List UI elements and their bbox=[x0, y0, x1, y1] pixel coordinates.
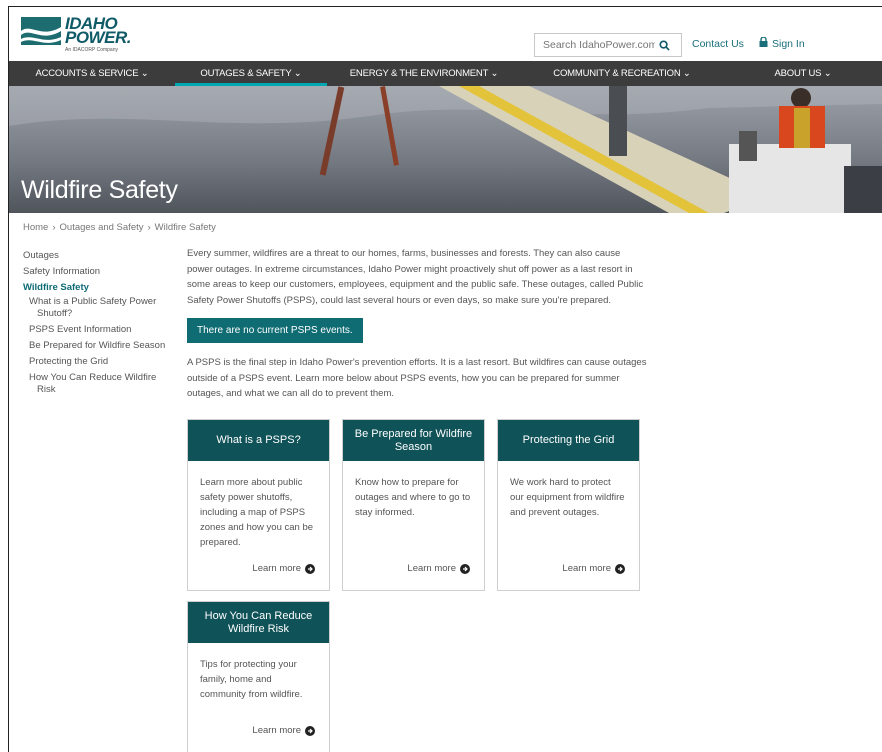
sidebar-subitem-protecting-grid[interactable]: Protecting the Grid bbox=[23, 356, 173, 368]
page-frame: IDAHO POWER. An IDACORP Company Contact … bbox=[8, 6, 882, 752]
nav-energy-environment[interactable]: ENERGY & THE ENVIRONMENT ⌄ bbox=[327, 61, 521, 86]
sidebar-subitem-label: How You Can Reduce Wildfire bbox=[29, 372, 157, 383]
sidebar-subitem-label: Risk bbox=[37, 384, 56, 395]
card-body: Tips for protecting your family, home an… bbox=[200, 659, 303, 700]
sign-in-label: Sign In bbox=[772, 37, 805, 50]
page-title: Wildfire Safety bbox=[21, 176, 178, 204]
sign-in-link[interactable]: Sign In bbox=[759, 36, 805, 50]
contact-us-link[interactable]: Contact Us bbox=[692, 38, 744, 50]
nav-accounts-service[interactable]: ACCOUNTS & SERVICE ⌄ bbox=[9, 61, 175, 86]
learn-more-label: Learn more bbox=[562, 563, 611, 574]
card-reduce-wildfire-risk[interactable]: How You Can Reduce Wildfire Risk Tips fo… bbox=[187, 601, 330, 752]
breadcrumb-outages-safety[interactable]: Outages and Safety bbox=[60, 222, 144, 233]
sidebar-subitem-label: Protecting the Grid bbox=[29, 356, 109, 367]
sidebar-subitem-label: PSPS Event Information bbox=[29, 324, 132, 335]
card-title: How You Can Reduce Wildfire Risk bbox=[188, 602, 329, 643]
lock-icon bbox=[759, 36, 768, 50]
hero-banner: Wildfire Safety bbox=[9, 86, 882, 213]
main-nav: ACCOUNTS & SERVICE ⌄ OUTAGES & SAFETY ⌄ … bbox=[9, 61, 882, 86]
search-box bbox=[534, 33, 682, 57]
sidebar-item-safety-information[interactable]: Safety Information bbox=[23, 264, 173, 280]
idaho-power-logo[interactable]: IDAHO POWER. An IDACORP Company bbox=[21, 15, 133, 55]
logo-mark-icon bbox=[21, 17, 61, 45]
sidebar-subitem-what-is-psps[interactable]: What is a Public Safety Power Shutoff? bbox=[23, 296, 173, 320]
sidebar-subitem-be-prepared[interactable]: Be Prepared for Wildfire Season bbox=[23, 340, 173, 352]
sidebar-subitem-label: Shutoff? bbox=[37, 308, 73, 319]
logo-subtitle: An IDACORP Company bbox=[65, 47, 118, 53]
card-protecting-grid[interactable]: Protecting the Grid We work hard to prot… bbox=[497, 419, 640, 591]
learn-more-link[interactable]: Learn more bbox=[407, 563, 470, 574]
followup-paragraph: A PSPS is the final step in Idaho Power'… bbox=[187, 357, 647, 399]
breadcrumb-separator: › bbox=[52, 222, 56, 233]
arrow-circle-icon bbox=[305, 563, 315, 574]
nav-community-recreation[interactable]: COMMUNITY & RECREATION ⌄ bbox=[521, 61, 723, 86]
sidebar-nav: Outages Safety Information Wildfire Safe… bbox=[23, 248, 173, 400]
search-icon[interactable] bbox=[655, 36, 673, 54]
card-what-is-psps[interactable]: What is a PSPS? Learn more about public … bbox=[187, 419, 330, 591]
sidebar-subitem-label: Be Prepared for Wildfire Season bbox=[29, 340, 166, 351]
arrow-circle-icon bbox=[305, 725, 315, 736]
search-input[interactable] bbox=[535, 39, 655, 51]
arrow-circle-icon bbox=[615, 563, 625, 574]
intro-paragraph: Every summer, wildfires are a threat to … bbox=[187, 248, 644, 306]
arrow-circle-icon bbox=[460, 563, 470, 574]
breadcrumb: Home › Outages and Safety › Wildfire Saf… bbox=[23, 222, 216, 233]
card-body: Know how to prepare for outages and wher… bbox=[355, 477, 471, 518]
breadcrumb-separator: › bbox=[147, 222, 151, 233]
breadcrumb-home[interactable]: Home bbox=[23, 222, 48, 233]
card-title: What is a PSPS? bbox=[188, 420, 329, 461]
nav-outages-safety[interactable]: OUTAGES & SAFETY ⌄ bbox=[175, 61, 327, 86]
learn-more-label: Learn more bbox=[252, 725, 301, 736]
nav-about-us[interactable]: ABOUT US ⌄ bbox=[723, 61, 882, 86]
sidebar-item-wildfire-safety[interactable]: Wildfire Safety bbox=[23, 280, 173, 296]
sidebar-item-outages[interactable]: Outages bbox=[23, 248, 173, 264]
sidebar-subitem-psps-event-info[interactable]: PSPS Event Information bbox=[23, 324, 173, 336]
learn-more-link[interactable]: Learn more bbox=[252, 725, 315, 736]
sidebar-subitem-label: What is a Public Safety Power bbox=[29, 296, 157, 307]
card-body: Learn more about public safety power shu… bbox=[200, 477, 314, 548]
card-body: We work hard to protect our equipment fr… bbox=[510, 477, 625, 518]
learn-more-link[interactable]: Learn more bbox=[252, 563, 315, 574]
site-header: IDAHO POWER. An IDACORP Company Contact … bbox=[9, 7, 882, 61]
logo-word-power: POWER. bbox=[65, 28, 131, 47]
learn-more-link[interactable]: Learn more bbox=[562, 563, 625, 574]
learn-more-label: Learn more bbox=[407, 563, 456, 574]
card-be-prepared[interactable]: Be Prepared for Wildfire Season Know how… bbox=[342, 419, 485, 591]
card-title: Protecting the Grid bbox=[498, 420, 639, 461]
card-title: Be Prepared for Wildfire Season bbox=[343, 420, 484, 461]
sidebar-subitem-reduce-risk[interactable]: How You Can Reduce Wildfire Risk bbox=[23, 372, 173, 396]
main-content: Every summer, wildfires are a threat to … bbox=[187, 246, 647, 402]
psps-status-banner: There are no current PSPS events. bbox=[187, 318, 363, 343]
breadcrumb-current: Wildfire Safety bbox=[154, 222, 216, 233]
learn-more-label: Learn more bbox=[252, 563, 301, 574]
